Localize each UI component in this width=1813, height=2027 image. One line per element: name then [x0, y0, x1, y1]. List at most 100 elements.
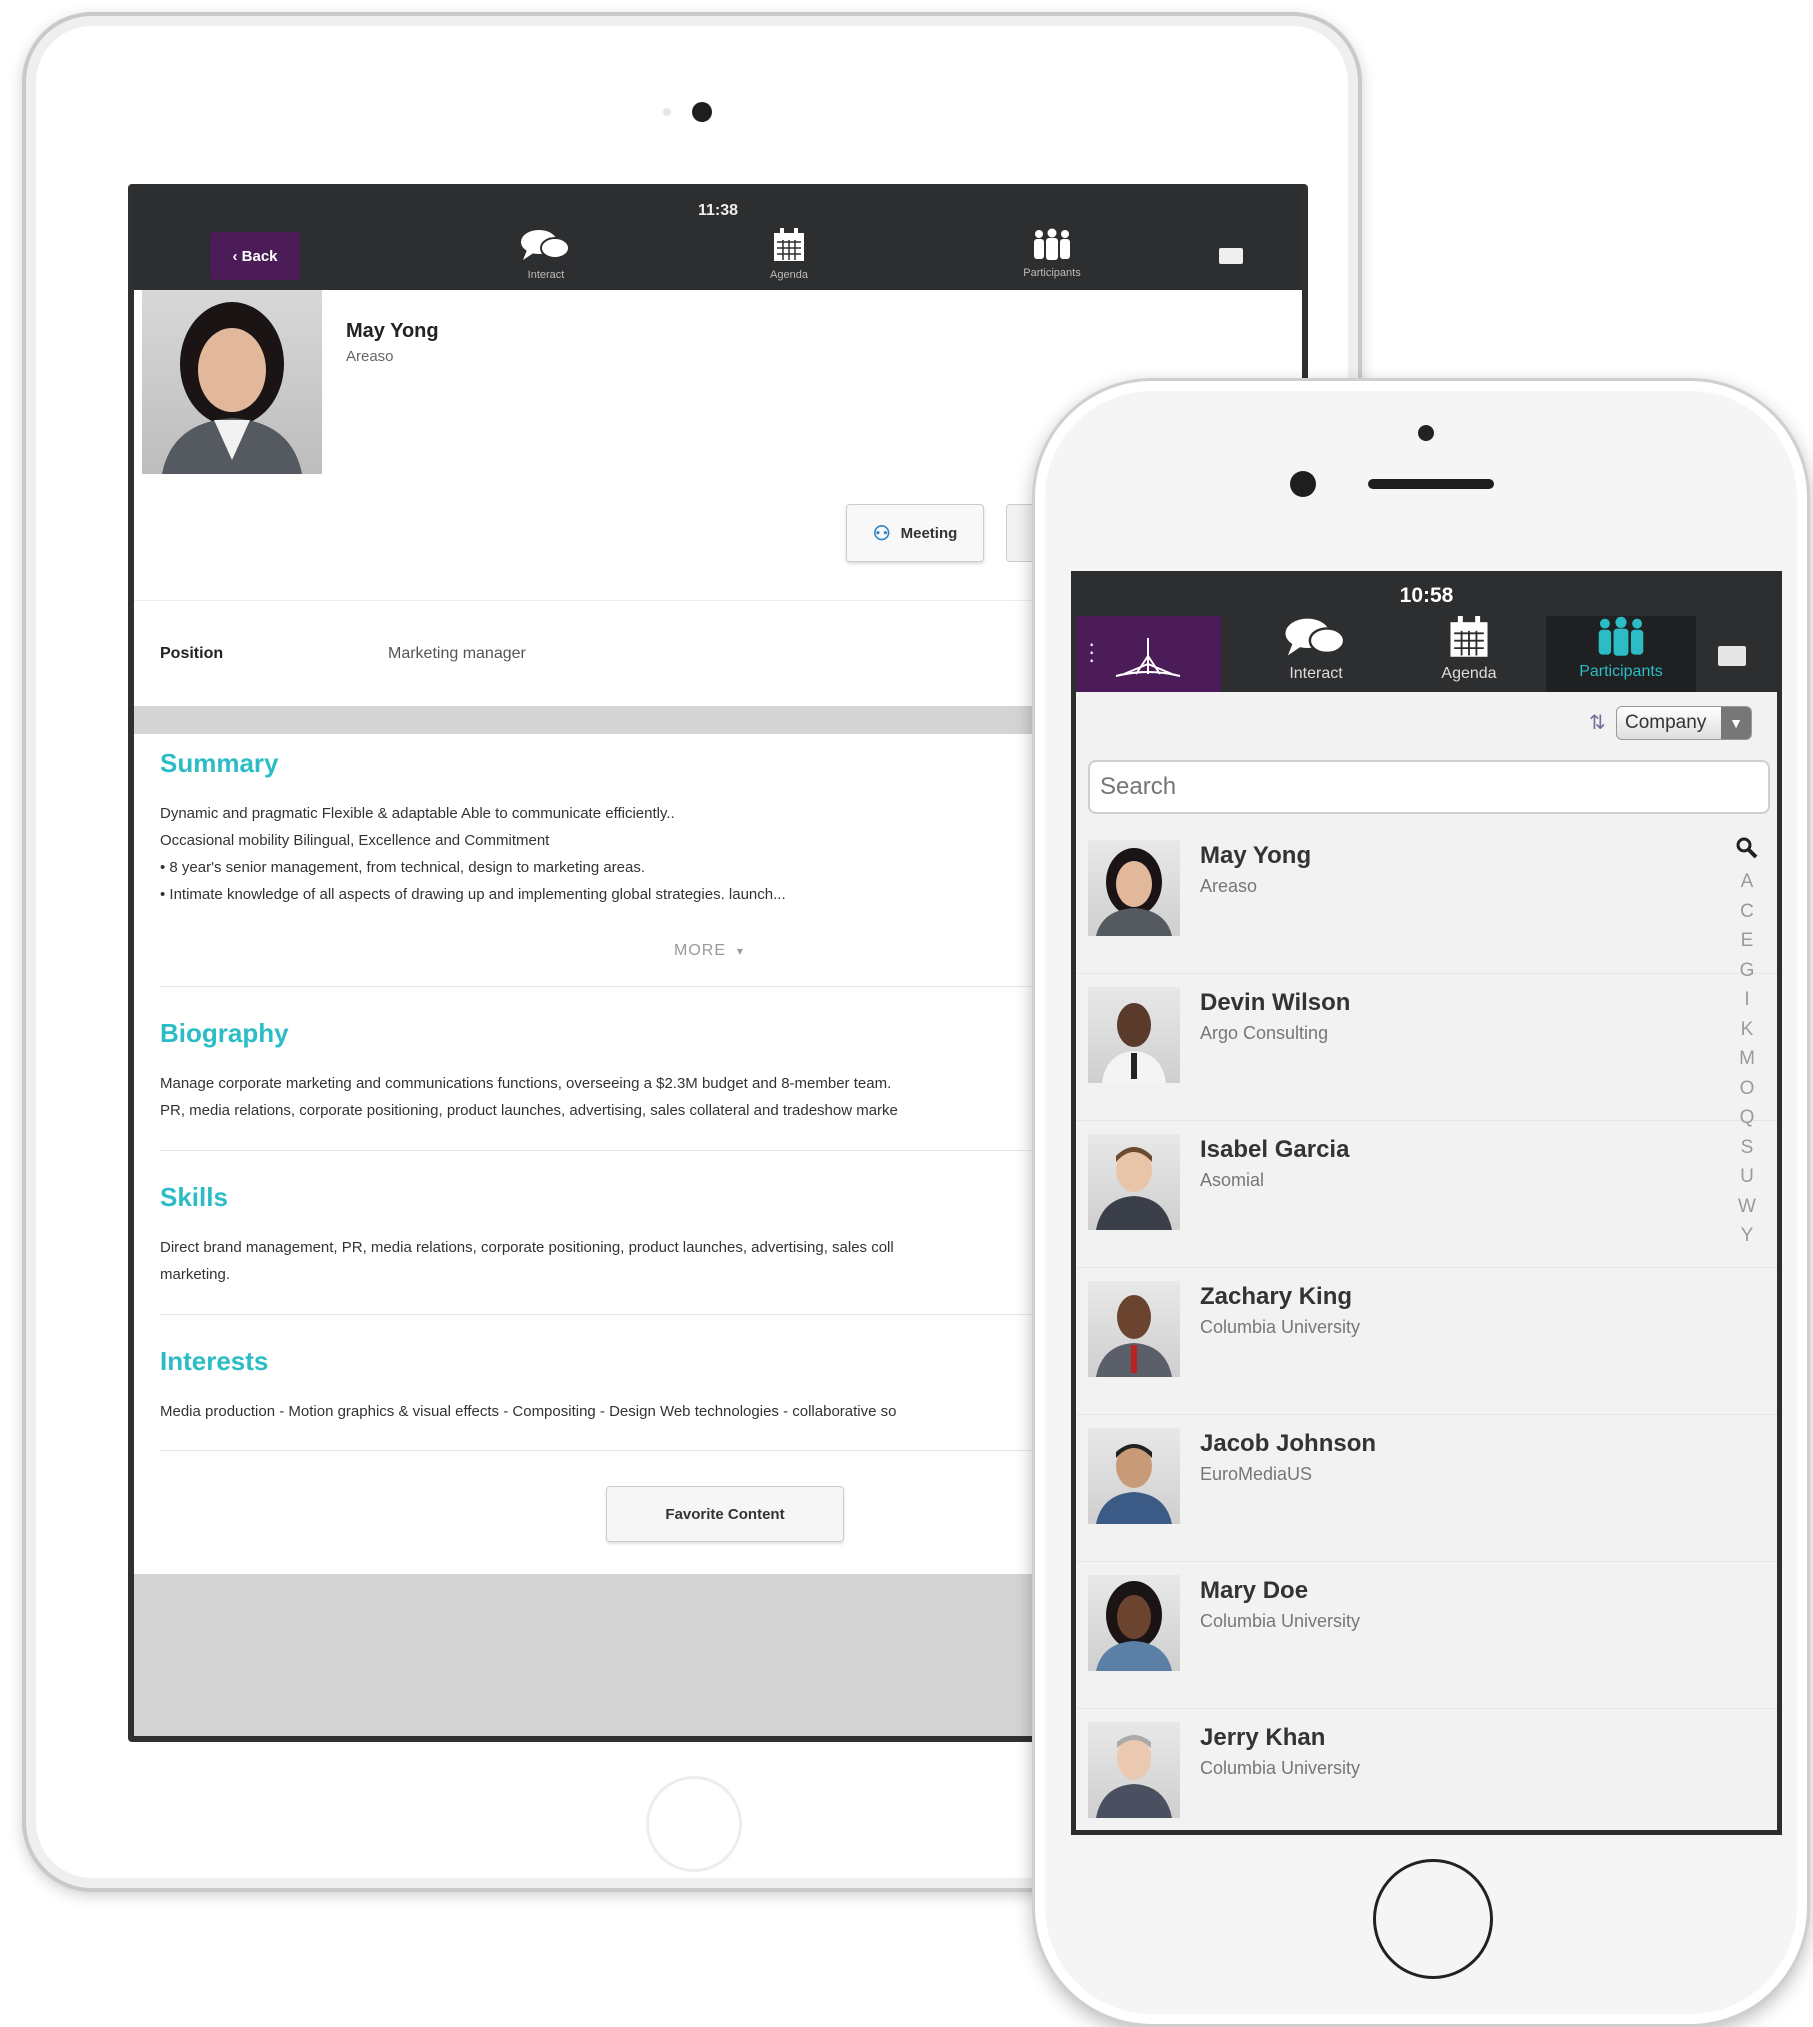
participant-name: Devin Wilson — [1200, 989, 1351, 1016]
index-letter[interactable]: U — [1732, 1162, 1762, 1192]
index-letter[interactable]: K — [1732, 1015, 1762, 1045]
list-item[interactable]: Jacob Johnson EuroMediaUS — [1076, 1414, 1777, 1562]
participant-name: Isabel Garcia — [1200, 1136, 1350, 1163]
avatar — [1088, 1281, 1180, 1377]
iphone-sensor — [1418, 425, 1434, 441]
list-item[interactable]: Zachary King Columbia University — [1076, 1267, 1777, 1415]
search-input[interactable] — [1088, 760, 1770, 814]
more-link[interactable]: MORE ▾ — [674, 942, 744, 960]
tab-interact[interactable]: Interact — [1241, 616, 1391, 692]
index-letter[interactable]: Q — [1732, 1103, 1762, 1133]
iphone-nav-bar: 10:58 · · · Interact Agenda Participants — [1076, 576, 1777, 692]
participant-name: Jacob Johnson — [1200, 1430, 1377, 1457]
participant-company: Asomial — [1200, 1170, 1265, 1190]
logo-icon — [1115, 638, 1181, 677]
back-button[interactable]: ‹ Back — [210, 232, 300, 280]
participant-company: Columbia University — [1200, 1317, 1361, 1337]
tab-label: Agenda — [770, 269, 808, 281]
participant-company: Areaso — [1200, 876, 1258, 896]
people-icon — [1598, 616, 1644, 656]
tab-label: Participants — [1579, 663, 1663, 680]
mail-icon[interactable] — [1718, 646, 1746, 666]
status-time: 11:38 — [697, 202, 739, 219]
favorite-content-button[interactable]: Favorite Content — [606, 1486, 844, 1542]
index-letter[interactable]: Y — [1732, 1221, 1762, 1251]
index-letter[interactable]: S — [1732, 1133, 1762, 1163]
back-label: Back — [241, 247, 278, 265]
mail-icon[interactable] — [1219, 248, 1243, 264]
list-item[interactable]: Jerry Khan Columbia University — [1076, 1708, 1777, 1830]
tab-agenda[interactable]: Agenda — [724, 228, 854, 281]
participant-company: Argo Consulting — [1200, 1023, 1329, 1043]
index-letter[interactable]: G — [1732, 956, 1762, 986]
app-logo[interactable]: · · · — [1076, 616, 1221, 692]
index-letter[interactable]: W — [1732, 1192, 1762, 1222]
participant-company: Columbia University — [1200, 1611, 1361, 1631]
chevron-down-icon: ▼ — [1721, 707, 1751, 739]
avatar — [1088, 1575, 1180, 1671]
participant-name: May Yong — [1200, 842, 1312, 869]
list-item[interactable]: Isabel Garcia Asomial — [1076, 1120, 1777, 1268]
list-toolbar: ⇅ Company ▼ — [1076, 692, 1777, 744]
tab-label: Agenda — [1441, 665, 1497, 682]
profile-company: Areaso — [346, 348, 394, 365]
index-letter[interactable]: M — [1732, 1044, 1762, 1074]
tab-agenda[interactable]: Agenda — [1394, 616, 1544, 692]
chevron-down-icon: ▾ — [736, 944, 744, 958]
profile-name: May Yong — [346, 320, 439, 342]
tab-participants[interactable]: Participants — [1546, 616, 1696, 692]
iphone-screen: 10:58 · · · Interact Agenda Participants ⇅ — [1071, 571, 1782, 1835]
more-label: MORE — [674, 942, 726, 959]
sort-select-value: Company — [1625, 712, 1707, 733]
avatar — [1088, 1722, 1180, 1818]
sort-icon[interactable]: ⇅ — [1589, 710, 1606, 735]
tab-label: Interact — [1289, 665, 1343, 682]
ipad-nav-bar: 11:38 ‹ Back Interact Agenda Participant… — [134, 190, 1302, 290]
list-item[interactable]: Mary Doe Columbia University — [1076, 1561, 1777, 1709]
participant-name: Mary Doe — [1200, 1577, 1309, 1604]
iphone-camera — [1290, 471, 1316, 497]
index-letter[interactable]: E — [1732, 926, 1762, 956]
chat-icon — [1285, 618, 1346, 656]
search-icon[interactable] — [1732, 836, 1762, 867]
iphone-speaker — [1368, 479, 1494, 489]
chevron-left-icon: ‹ — [232, 247, 242, 265]
meeting-label: Meeting — [900, 524, 958, 542]
chat-icon — [521, 230, 570, 260]
avatar — [1088, 840, 1180, 936]
meeting-button[interactable]: ⚇ Meeting — [846, 504, 984, 562]
avatar — [1088, 987, 1180, 1083]
calendar-icon — [774, 228, 804, 261]
list-item[interactable]: May Yong Areaso — [1076, 826, 1777, 974]
people-icon — [1034, 228, 1070, 260]
biography-title: Biography — [160, 1018, 289, 1048]
tab-label: Interact — [527, 269, 565, 281]
tab-interact[interactable]: Interact — [481, 228, 611, 281]
ipad-home-button[interactable] — [646, 1776, 742, 1872]
index-letter[interactable]: A — [1732, 867, 1762, 897]
iphone-home-button[interactable] — [1373, 1859, 1493, 1979]
interests-title: Interests — [160, 1346, 269, 1376]
meeting-icon: ⚇ — [872, 522, 891, 545]
tab-participants[interactable]: Participants — [987, 228, 1117, 279]
position-label: Position — [160, 645, 224, 662]
ipad-sensor — [663, 108, 671, 116]
position-value: Marketing manager — [388, 645, 526, 662]
alphabet-index[interactable]: A C E G I K M O Q S U W Y — [1732, 836, 1762, 1251]
index-letter[interactable]: O — [1732, 1074, 1762, 1104]
skills-title: Skills — [160, 1182, 228, 1212]
avatar — [1088, 1134, 1180, 1230]
participant-name: Zachary King — [1200, 1283, 1353, 1310]
calendar-icon — [1450, 616, 1488, 657]
sort-select[interactable]: Company ▼ — [1616, 706, 1752, 740]
participant-company: EuroMediaUS — [1200, 1464, 1313, 1484]
index-letter[interactable]: I — [1732, 985, 1762, 1015]
status-time: 10:58 — [1399, 584, 1454, 607]
ipad-camera — [692, 102, 712, 122]
participant-company: Columbia University — [1200, 1758, 1361, 1778]
avatar — [1088, 1428, 1180, 1524]
index-letter[interactable]: C — [1732, 897, 1762, 927]
iphone-device: 10:58 · · · Interact Agenda Participants ⇅ — [1032, 378, 1810, 2027]
summary-title: Summary — [160, 748, 279, 778]
list-item[interactable]: Devin Wilson Argo Consulting — [1076, 973, 1777, 1121]
